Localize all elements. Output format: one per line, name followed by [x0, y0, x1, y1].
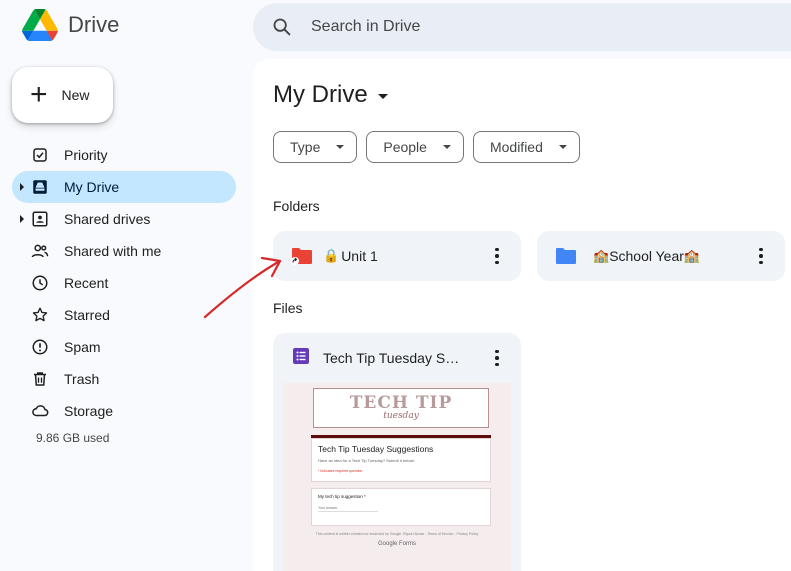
sidebar-item-label: Priority [64, 147, 108, 163]
my-drive-icon [30, 177, 50, 197]
more-actions-icon[interactable] [749, 244, 773, 268]
dropdown-arrow-icon [558, 145, 567, 149]
more-actions-icon[interactable] [485, 244, 509, 268]
folders-section-label: Folders [273, 198, 320, 214]
sidebar-nav: Priority My Drive Shared drives Shared w… [12, 139, 236, 427]
star-icon [30, 305, 50, 325]
priority-icon [30, 145, 50, 165]
file-name: Tech Tip Tuesday Suggestions [323, 350, 461, 366]
form-footer-note: This content is neither created nor endo… [315, 532, 479, 536]
expand-caret-icon[interactable] [20, 183, 24, 191]
sidebar-item-recent[interactable]: Recent [12, 267, 236, 299]
app-name: Drive [68, 12, 120, 37]
shortcut-folder-icon [291, 247, 313, 265]
people-filter-chip[interactable]: People [366, 131, 464, 163]
sidebar-item-label: Shared drives [64, 211, 151, 227]
form-description: Have an idea for a Tech Tip Tuesday? Sub… [318, 458, 415, 463]
folder-name: School Year [609, 248, 684, 264]
sidebar-item-starred[interactable]: Starred [12, 299, 236, 331]
new-button[interactable]: + New [12, 67, 113, 123]
school-emoji: 🏫 [683, 248, 701, 263]
modified-filter-chip[interactable]: Modified [472, 131, 580, 163]
expand-caret-icon[interactable] [20, 215, 24, 223]
more-actions-icon[interactable] [485, 346, 509, 370]
trash-icon [30, 369, 50, 389]
dropdown-arrow-icon [442, 145, 451, 149]
page-title-dropdown[interactable]: My Drive [273, 81, 388, 109]
sidebar-item-label: Storage [64, 403, 114, 419]
sidebar-item-my-drive[interactable]: My Drive [12, 171, 236, 203]
chip-label: Type [290, 139, 321, 155]
sidebar-item-label: Recent [64, 275, 109, 291]
main-panel: My Drive Type People Modified Folders 🔒 … [253, 59, 791, 571]
folder-name: Unit 1 [341, 248, 378, 264]
folder-icon [555, 247, 577, 265]
sidebar-item-priority[interactable]: Priority [12, 139, 236, 171]
dropdown-arrow-icon [336, 145, 345, 149]
chip-label: Modified [489, 139, 543, 155]
lock-emoji: 🔒 [323, 248, 340, 263]
sidebar-item-label: My Drive [64, 179, 120, 195]
type-filter-chip[interactable]: Type [273, 131, 358, 163]
sidebar-item-shared-with-me[interactable]: Shared with me [12, 235, 236, 267]
dropdown-arrow-icon [377, 93, 388, 99]
form-title: Tech Tip Tuesday Suggestions [318, 444, 434, 454]
sidebar-item-shared-drives[interactable]: Shared drives [12, 203, 236, 235]
page-title: My Drive [273, 81, 368, 108]
files-section-label: Files [273, 300, 303, 316]
forms-icon [293, 347, 309, 369]
file-thumbnail: TECH TIP tuesday Tech Tip Tuesday Sugges… [283, 383, 511, 571]
cloud-icon [30, 401, 50, 421]
drive-logo[interactable]: Drive [22, 9, 119, 41]
folder-card-school-year[interactable]: 🏫 School Year 🏫 [537, 231, 785, 281]
storage-used-text: 9.86 GB used [36, 431, 110, 445]
form-required-note: * Indicates required question [318, 469, 363, 473]
search-icon[interactable] [271, 16, 293, 38]
google-forms-brand: Google Forms [377, 541, 416, 547]
new-button-label: New [61, 87, 90, 103]
sidebar-item-storage[interactable]: Storage [12, 395, 236, 427]
school-emoji: 🏫 [593, 248, 610, 263]
spam-icon [30, 337, 50, 357]
sidebar-item-label: Starred [64, 307, 110, 323]
sidebar-item-trash[interactable]: Trash [12, 363, 236, 395]
search-input[interactable] [311, 18, 711, 36]
plus-icon: + [30, 78, 48, 111]
file-card-tech-tip-tuesday[interactable]: Tech Tip Tuesday Suggestions TECH TIP tu… [273, 333, 521, 571]
form-question: My tech tip suggestion * [318, 494, 366, 499]
drive-logo-icon [22, 9, 58, 41]
form-answer-placeholder: Your answer [318, 506, 378, 512]
banner-subtitle: tuesday [383, 411, 419, 421]
filter-chips: Type People Modified [273, 131, 580, 163]
form-question-box: My tech tip suggestion * Your answer [311, 488, 491, 526]
banner-title: TECH TIP [349, 393, 453, 413]
shared-with-me-icon [30, 241, 50, 261]
sidebar-item-label: Shared with me [64, 243, 162, 259]
folder-card-unit-1[interactable]: 🔒 Unit 1 [273, 231, 521, 281]
form-header-box: Tech Tip Tuesday Suggestions Have an ide… [311, 438, 491, 482]
search-bar[interactable] [253, 3, 791, 51]
sidebar-item-label: Spam [64, 339, 101, 355]
sidebar-item-spam[interactable]: Spam [12, 331, 236, 363]
chip-label: People [383, 139, 427, 155]
thumbnail-banner: TECH TIP tuesday [313, 388, 489, 428]
clock-icon [30, 273, 50, 293]
shared-drives-icon [30, 209, 50, 229]
sidebar-item-label: Trash [64, 371, 100, 387]
